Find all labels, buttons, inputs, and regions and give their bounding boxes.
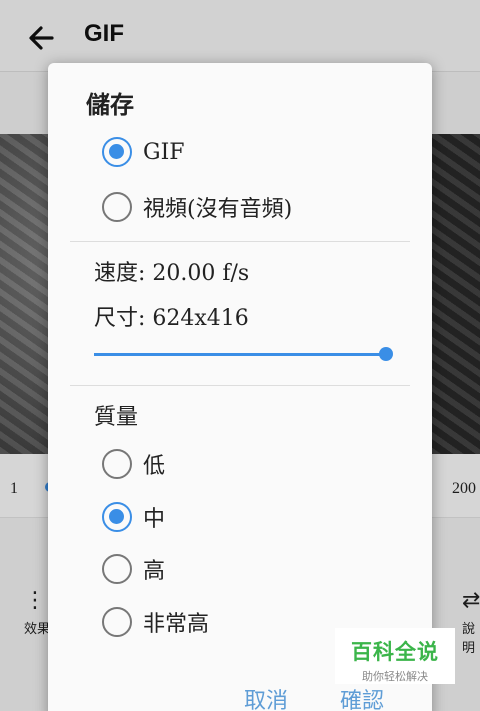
quality-option-high[interactable]: 高 — [102, 553, 165, 585]
radio-label: 低 — [143, 454, 166, 479]
slider-track — [94, 353, 386, 356]
divider — [70, 241, 410, 242]
radio-button[interactable] — [102, 607, 132, 637]
quality-option-medium[interactable]: 中 — [102, 501, 165, 533]
slider-thumb[interactable] — [379, 347, 393, 361]
quality-option-low[interactable]: 低 — [102, 448, 165, 480]
size-info: 尺寸: 624x416 — [94, 306, 249, 331]
watermark-main-text: 百科全说 — [351, 640, 439, 664]
quality-title: 質量 — [94, 405, 139, 430]
save-dialog: 儲存 GIF 視頻(沒有音頻) 速度: 20.00 f/s 尺寸: 624x41… — [48, 63, 432, 711]
dialog-title: 儲存 — [86, 91, 134, 119]
radio-button[interactable] — [102, 192, 132, 222]
watermark-sub-text: 助你轻松解决 — [362, 670, 428, 683]
size-slider[interactable] — [94, 344, 393, 364]
radio-label: GIF — [143, 139, 185, 165]
radio-button[interactable] — [102, 502, 132, 532]
radio-label: 視頻(沒有音頻) — [143, 197, 293, 222]
radio-button[interactable] — [102, 137, 132, 167]
radio-button[interactable] — [102, 554, 132, 584]
format-option-video[interactable]: 視頻(沒有音頻) — [102, 191, 292, 223]
format-option-gif[interactable]: GIF — [102, 137, 185, 167]
radio-label: 高 — [143, 559, 166, 584]
watermark-logo: 百科全说 助你轻松解决 — [335, 628, 455, 684]
speed-info: 速度: 20.00 f/s — [94, 261, 250, 286]
radio-label: 中 — [143, 507, 166, 532]
quality-option-very-high[interactable]: 非常高 — [102, 606, 209, 638]
confirm-button[interactable]: 確認 — [340, 683, 384, 711]
cancel-button[interactable]: 取消 — [244, 683, 288, 711]
divider — [70, 385, 410, 386]
radio-label: 非常高 — [143, 612, 210, 637]
radio-button[interactable] — [102, 449, 132, 479]
